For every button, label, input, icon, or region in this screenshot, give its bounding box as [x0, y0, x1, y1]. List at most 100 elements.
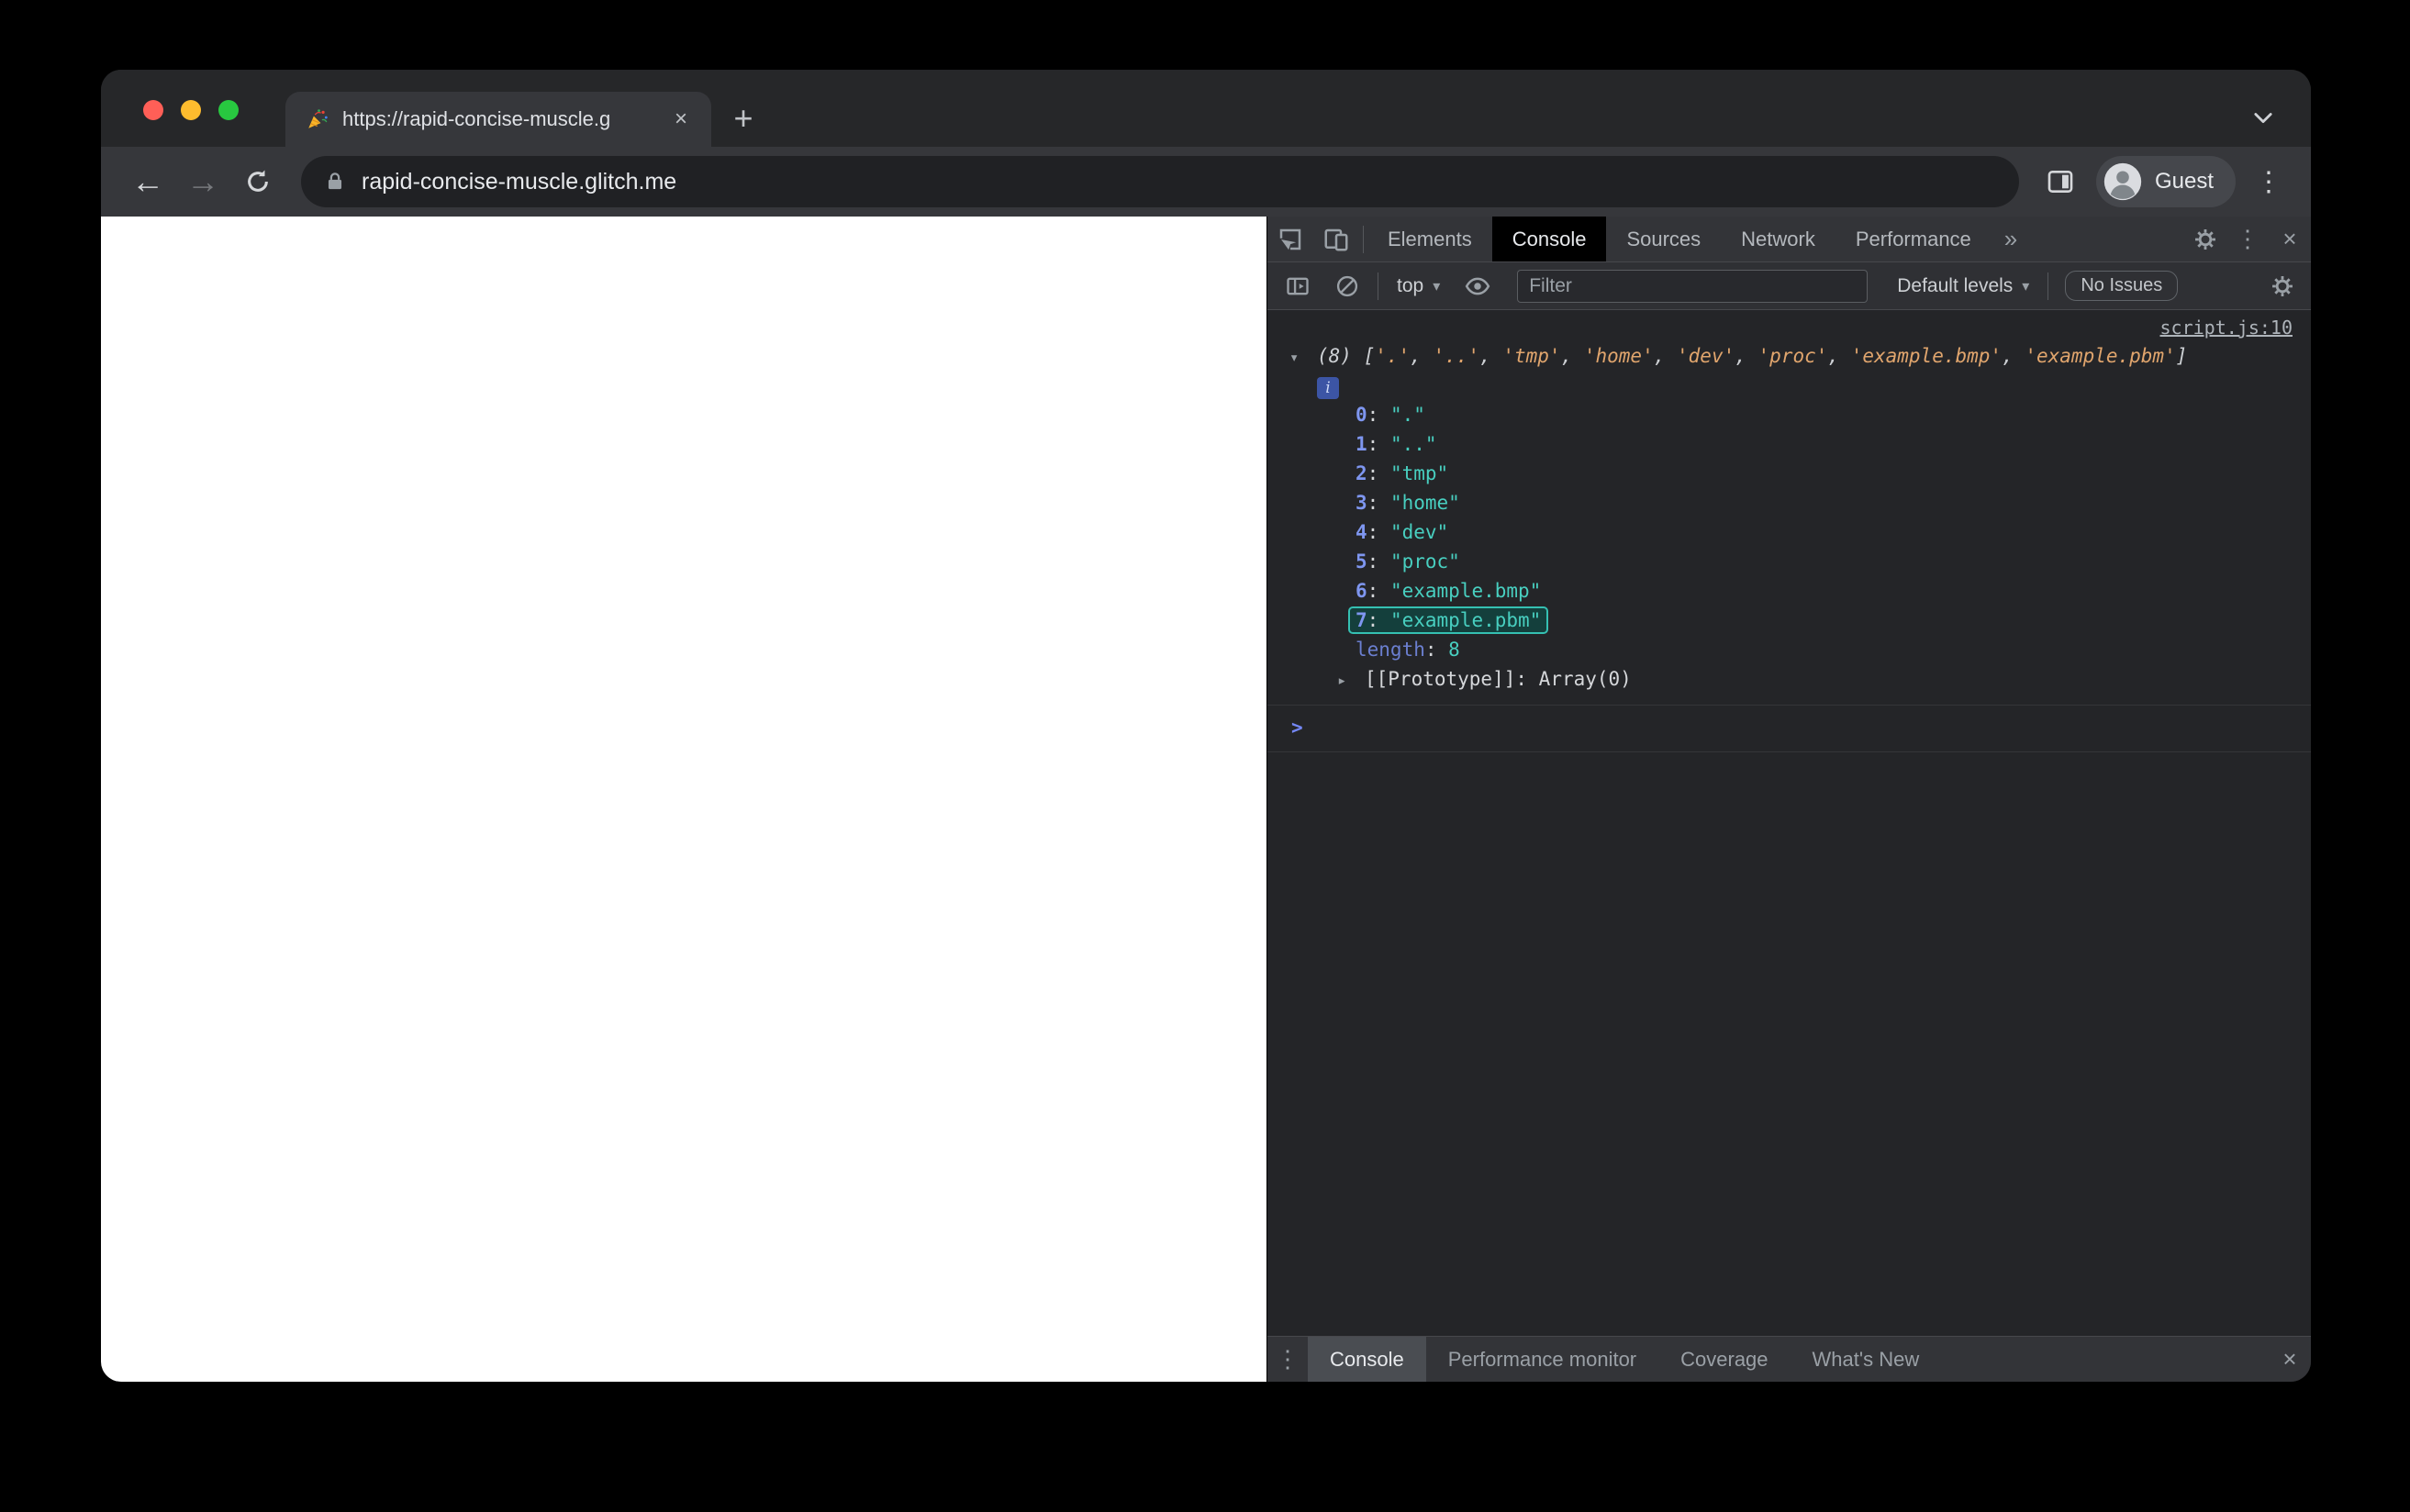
devtools-close-icon[interactable]: ×	[2269, 217, 2311, 261]
highlighted-entry: 7: "example.pbm"	[1347, 606, 1549, 634]
prototype-row: ▸ [[Prototype]]: Array(0)	[1289, 664, 2293, 695]
dropdown-arrow-icon: ▾	[2022, 278, 2030, 295]
array-entry-index: 5	[1356, 550, 1367, 573]
array-entry-value: "example.bmp"	[1389, 580, 1542, 602]
array-entry-row: 1: ".."	[1289, 429, 2293, 459]
info-icon[interactable]: i	[1317, 377, 1339, 399]
tab-title: https://rapid-concise-muscle.g	[342, 107, 611, 130]
forward-button[interactable]: →	[178, 157, 228, 206]
console-sidebar-icon[interactable]	[1275, 262, 1321, 309]
browser-tab[interactable]: https://rapid-concise-muscle.g ×	[285, 92, 711, 147]
array-entry-row: 2: "tmp"	[1289, 459, 2293, 488]
array-preview: (8) ['.', '..', 'tmp', 'home', 'dev', 'p…	[1317, 345, 2188, 367]
browser-window: https://rapid-concise-muscle.g × + ← → r…	[101, 70, 2311, 1382]
avatar-icon	[2103, 161, 2143, 202]
devtools-tab-elements[interactable]: Elements	[1367, 217, 1492, 261]
fullscreen-window-button[interactable]	[218, 100, 239, 120]
console-filter-input[interactable]	[1517, 269, 1869, 303]
divider	[1363, 225, 1364, 253]
array-entry-index: 2	[1356, 462, 1367, 484]
javascript-context-selector[interactable]: top ▾	[1386, 275, 1451, 297]
console-message: script.js:10 ▾ (8) ['.', '..', 'tmp', 'ho…	[1267, 310, 2311, 706]
back-button[interactable]: ←	[123, 157, 173, 206]
array-entry-value: "example.pbm"	[1389, 609, 1542, 631]
profile-button[interactable]: Guest	[2095, 156, 2236, 207]
page-viewport[interactable]	[101, 217, 1266, 1382]
reload-button[interactable]	[233, 157, 283, 206]
expand-open-caret-icon[interactable]: ▾	[1289, 343, 1317, 372]
clear-console-icon[interactable]	[1324, 262, 1370, 309]
lock-icon[interactable]	[323, 170, 347, 194]
devtools-tab-network[interactable]: Network	[1721, 217, 1835, 261]
console-settings-gear-icon[interactable]	[2261, 262, 2304, 309]
devtools-tab-list: Elements Console Sources Network Performance	[1367, 217, 1992, 261]
more-tabs-icon[interactable]: »	[1992, 225, 2030, 253]
array-entry-value: "tmp"	[1389, 462, 1449, 484]
entry-content: 3: "home"	[1356, 492, 1460, 514]
drawer-tab-performance-monitor[interactable]: Performance monitor	[1426, 1337, 1658, 1382]
message-source-row: script.js:10	[1289, 314, 2293, 341]
context-label: top	[1397, 274, 1424, 296]
inspect-element-icon[interactable]	[1267, 217, 1313, 261]
array-preview-row: ▾ (8) ['.', '..', 'tmp', 'home', 'dev', '…	[1289, 341, 2293, 372]
close-window-button[interactable]	[143, 100, 163, 120]
entry-content: 0: "."	[1356, 404, 1425, 426]
tab-close-icon[interactable]: ×	[665, 104, 697, 135]
devtools-tab-console[interactable]: Console	[1491, 217, 1607, 261]
browser-menu-icon[interactable]: ⋮	[2248, 166, 2289, 198]
issues-counter[interactable]: No Issues	[2065, 271, 2179, 301]
devtools-menu-kebab-icon[interactable]: ⋮	[2226, 217, 2269, 261]
array-preview-item: 'example.bmp'	[1850, 345, 2003, 367]
prototype-content: [[Prototype]]: Array(0)	[1365, 668, 1632, 690]
array-entry-index: 1	[1356, 433, 1367, 455]
array-length-row: length: 8	[1356, 639, 1460, 661]
drawer-tab-console[interactable]: Console	[1308, 1337, 1426, 1382]
array-entry-row: 3: "home"	[1289, 488, 2293, 517]
entry-content: 6: "example.bmp"	[1356, 580, 1542, 602]
array-entry-index: 4	[1356, 521, 1367, 543]
devtools-tab-sources[interactable]: Sources	[1606, 217, 1721, 261]
entry-content: 2: "tmp"	[1356, 462, 1449, 484]
devtools-panel: Elements Console Sources Network Performance…	[1266, 217, 2311, 1382]
expand-closed-caret-icon[interactable]: ▸	[1337, 666, 1365, 695]
new-tab-button[interactable]: +	[722, 97, 764, 139]
address-bar[interactable]: rapid-concise-muscle.glitch.me	[301, 156, 2019, 207]
divider	[2047, 272, 2049, 300]
array-preview-item: '..'	[1433, 345, 1480, 367]
drawer-menu-kebab-icon[interactable]: ⋮	[1267, 1345, 1308, 1373]
drawer-close-icon[interactable]: ×	[2269, 1337, 2311, 1382]
drawer-tab-what-s-new[interactable]: What's New	[1791, 1337, 1942, 1382]
side-panel-icon[interactable]	[2037, 159, 2083, 205]
devtools-tabbar-actions: ⋮ ×	[2184, 217, 2311, 261]
prototype-value: Array(0)	[1538, 668, 1632, 690]
array-entry-value: "home"	[1389, 492, 1460, 514]
array-entry-index: 6	[1356, 580, 1367, 602]
log-levels-selector[interactable]: Default levels ▾	[1886, 275, 2040, 297]
content-area: Elements Console Sources Network Performance…	[101, 217, 2311, 1382]
url-text: rapid-concise-muscle.glitch.me	[362, 168, 677, 195]
source-location-link[interactable]: script.js:10	[2160, 317, 2293, 339]
console-output[interactable]: script.js:10 ▾ (8) ['.', '..', 'tmp', 'ho…	[1267, 310, 2311, 1336]
party-popper-favicon	[306, 107, 329, 131]
array-preview-item: 'proc'	[1757, 345, 1828, 367]
array-entries: 0: "." 1: ".." 2: "tmp" 3: "home" 4: "dev" 5:…	[1289, 400, 2293, 664]
device-toolbar-icon[interactable]	[1313, 217, 1359, 261]
devtools-tabbar: Elements Console Sources Network Performance…	[1267, 217, 2311, 262]
array-entry-row: 6: "example.bmp"	[1289, 576, 2293, 606]
live-expression-eye-icon[interactable]	[1455, 262, 1501, 309]
profile-label: Guest	[2154, 169, 2214, 194]
length-value: 8	[1448, 639, 1460, 661]
array-count-label: (8)	[1317, 345, 1364, 367]
array-entry-index: 0	[1356, 404, 1367, 426]
minimize-window-button[interactable]	[181, 100, 201, 120]
tab-strip: https://rapid-concise-muscle.g × +	[101, 70, 2311, 147]
array-entry-row: 5: "proc"	[1289, 547, 2293, 576]
devtools-settings-gear-icon[interactable]	[2184, 217, 2226, 261]
info-badge-row: i	[1289, 372, 2293, 400]
console-prompt[interactable]: >	[1267, 706, 2311, 752]
tab-search-chevron-icon[interactable]	[2250, 105, 2276, 130]
devtools-tab-performance[interactable]: Performance	[1835, 217, 1992, 261]
prompt-chevron-icon: >	[1291, 717, 1303, 739]
drawer-tab-coverage[interactable]: Coverage	[1658, 1337, 1790, 1382]
array-preview-item: 'example.pbm'	[2025, 345, 2176, 367]
